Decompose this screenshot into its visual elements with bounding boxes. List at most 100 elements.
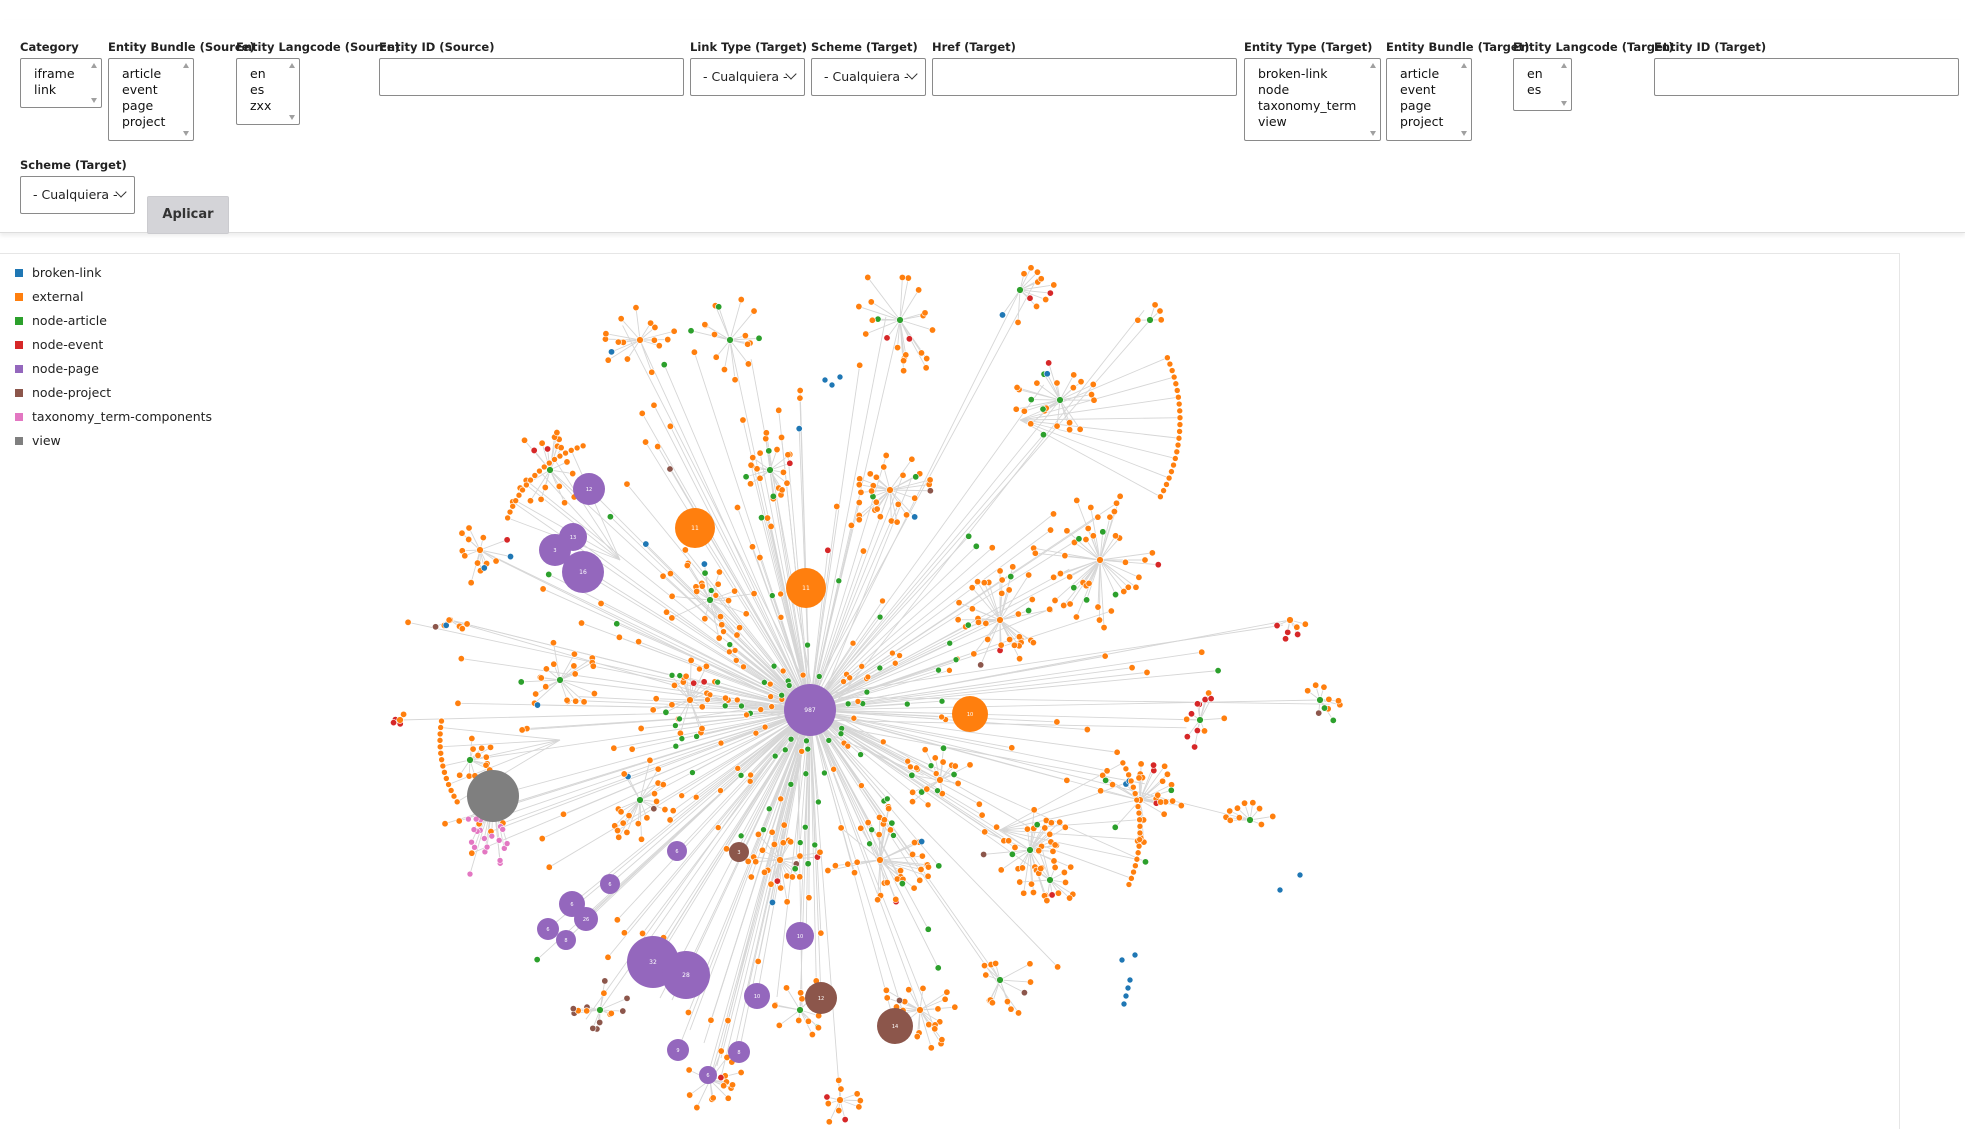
- graph-node[interactable]: [1020, 270, 1028, 278]
- graph-node[interactable]: [863, 688, 871, 696]
- graph-nodes[interactable]: 987 11 11 10 12 13 16 3 32 28 10 6 26 6 8 12 14 3 10 9 8 6 6 6: [390, 264, 1344, 1126]
- graph-node[interactable]: [761, 723, 769, 731]
- graph-node[interactable]: [1012, 405, 1020, 413]
- graph-node[interactable]: [910, 884, 918, 892]
- graph-node[interactable]: [650, 805, 658, 813]
- graph-node[interactable]: [672, 722, 679, 729]
- graph-node[interactable]: [1154, 561, 1162, 569]
- graph-node[interactable]: [824, 1100, 832, 1108]
- graph-node[interactable]: [858, 782, 865, 789]
- graph-node[interactable]: [765, 805, 773, 813]
- graph-node[interactable]: [853, 858, 861, 866]
- graph-node[interactable]: [1056, 818, 1064, 826]
- graph-node[interactable]: [693, 733, 700, 740]
- graph-node[interactable]: [678, 735, 686, 742]
- graph-node[interactable]: [1151, 301, 1159, 309]
- graph-node[interactable]: [1076, 425, 1084, 433]
- graph-node[interactable]: [815, 673, 823, 680]
- graph-node[interactable]: [1141, 556, 1149, 564]
- graph-node[interactable]: [844, 860, 852, 868]
- graph-node[interactable]: [726, 648, 733, 656]
- graph-node[interactable]: [714, 824, 722, 831]
- graph-node[interactable]: [733, 657, 740, 664]
- graph-node[interactable]: [754, 830, 762, 838]
- graph-node[interactable]: [921, 309, 929, 317]
- graph-node[interactable]: [1168, 468, 1175, 475]
- graph-node[interactable]: [752, 858, 760, 866]
- graph-node[interactable]: [1027, 396, 1035, 404]
- graph-node[interactable]: [783, 479, 791, 487]
- graph-node[interactable]: [1124, 984, 1132, 992]
- graph-node[interactable]: [438, 717, 445, 725]
- graph-node[interactable]: [1157, 493, 1164, 501]
- graph-node[interactable]: [968, 605, 976, 613]
- graph-node[interactable]: [805, 894, 813, 902]
- graph-node[interactable]: [767, 880, 775, 888]
- graph-node[interactable]: [927, 762, 935, 769]
- graph-node[interactable]: [927, 1044, 935, 1052]
- graph-node[interactable]: [623, 994, 631, 1002]
- graph-node[interactable]: [883, 795, 891, 803]
- graph-node[interactable]: [798, 995, 806, 1003]
- graph-node[interactable]: [786, 459, 794, 467]
- graph-node[interactable]: [709, 1094, 717, 1102]
- graph-node[interactable]: [1177, 802, 1185, 810]
- graph-node[interactable]: [982, 971, 990, 979]
- graph-node[interactable]: [561, 499, 569, 507]
- graph-node[interactable]: [437, 749, 445, 757]
- graph-node[interactable]: [1046, 605, 1054, 613]
- graph-node[interactable]: [856, 1097, 864, 1105]
- graph-node[interactable]: [1087, 503, 1095, 511]
- graph-node[interactable]: [844, 742, 852, 750]
- graph-node[interactable]: [668, 614, 676, 622]
- graph-node[interactable]: [1083, 596, 1091, 604]
- graph-node[interactable]: [553, 429, 561, 437]
- graph-node[interactable]: [857, 824, 865, 832]
- graph-node[interactable]: [474, 751, 482, 759]
- graph-node[interactable]: [935, 666, 942, 674]
- graph-node[interactable]: [952, 656, 960, 663]
- graph-node[interactable]: [1047, 819, 1055, 827]
- graph-node[interactable]: [762, 429, 770, 437]
- graph-node[interactable]: [636, 796, 644, 804]
- graph-node[interactable]: [636, 336, 644, 344]
- graph-node[interactable]: [1170, 373, 1178, 381]
- graph-node[interactable]: [1131, 790, 1139, 797]
- graph-node[interactable]: [855, 303, 863, 311]
- graph-node[interactable]: [698, 703, 706, 711]
- graph-node[interactable]: [917, 865, 925, 873]
- graph-node[interactable]: [903, 700, 911, 708]
- graph-node[interactable]: [1112, 591, 1120, 599]
- graph-node[interactable]: [613, 916, 621, 924]
- graph-node[interactable]: [590, 690, 598, 698]
- graph-node[interactable]: [858, 663, 866, 670]
- graph-node[interactable]: [1050, 573, 1058, 581]
- graph-node[interactable]: [715, 568, 723, 576]
- graph-node[interactable]: [555, 482, 563, 490]
- graph-node[interactable]: [534, 701, 542, 709]
- graph-node[interactable]: [872, 473, 880, 481]
- graph-node[interactable]: [946, 639, 954, 647]
- graph-node[interactable]: [964, 621, 972, 629]
- graph-node[interactable]: [779, 839, 787, 847]
- graph-node[interactable]: [469, 745, 477, 753]
- graph-node[interactable]: [894, 500, 902, 508]
- graph-node[interactable]: [837, 1085, 845, 1093]
- graph-node[interactable]: [717, 1074, 725, 1082]
- graph-node[interactable]: [1085, 579, 1093, 587]
- graph-node[interactable]: [1073, 496, 1081, 504]
- graph-node[interactable]: [1020, 889, 1028, 897]
- graph-node[interactable]: [650, 401, 658, 409]
- graph-node[interactable]: [1014, 610, 1022, 618]
- graph-node[interactable]: [1054, 963, 1062, 971]
- graph-node[interactable]: [1163, 481, 1170, 488]
- graph-node[interactable]: [776, 856, 784, 864]
- graph-node[interactable]: [551, 456, 558, 463]
- graph-node[interactable]: [1130, 783, 1137, 791]
- graph-node[interactable]: [620, 929, 628, 937]
- graph-node[interactable]: [655, 342, 663, 350]
- graph-node[interactable]: [879, 597, 886, 605]
- graph-node[interactable]: [666, 465, 674, 473]
- graph-node[interactable]: [1173, 387, 1181, 394]
- graph-node[interactable]: [922, 364, 930, 372]
